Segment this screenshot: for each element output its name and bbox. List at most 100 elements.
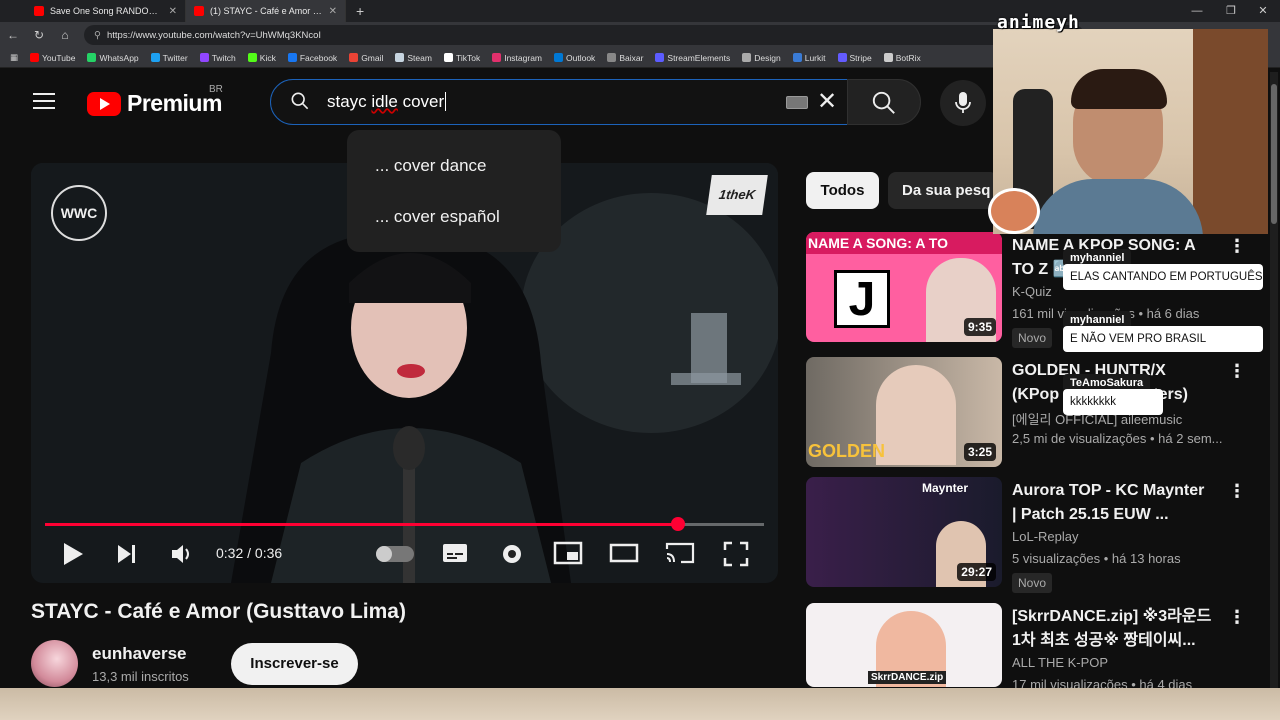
- video-thumbnail[interactable]: NAME A SONG: A TO J 9:35: [806, 232, 1002, 342]
- progress-scrubber[interactable]: [670, 517, 685, 531]
- bookmark-item[interactable]: Outlook: [554, 53, 595, 63]
- reload-icon[interactable]: ↻: [32, 28, 46, 42]
- tab-2[interactable]: (1) STAYC - Café e Amor (Gustta ✕: [186, 0, 346, 22]
- clear-search-icon[interactable]: ✕: [817, 90, 837, 114]
- close-tab-icon[interactable]: ✕: [329, 6, 337, 17]
- more-options-icon[interactable]: ⋮: [1228, 236, 1246, 257]
- video-title: STAYC - Café e Amor (Gusttavo Lima): [31, 600, 406, 623]
- bookmark-label: StreamElements: [667, 52, 731, 63]
- progress-bar[interactable]: [45, 517, 764, 531]
- cast-icon[interactable]: [665, 541, 695, 565]
- bookmark-item[interactable]: BotRix: [883, 53, 921, 63]
- miniplayer-icon[interactable]: [553, 541, 583, 565]
- bookmark-label: Kick: [259, 52, 276, 63]
- microphone-icon: [955, 92, 971, 113]
- bookmark-item[interactable]: Baixar: [607, 53, 643, 63]
- bookmark-item[interactable]: Gmail: [349, 53, 383, 63]
- close-tab-icon[interactable]: ✕: [169, 6, 177, 17]
- bookmark-favicon-icon: [287, 53, 297, 62]
- bookmark-label: Twitch: [211, 52, 236, 63]
- recommendation-channel[interactable]: ALL THE K-POP: [1012, 655, 1108, 670]
- minimize-icon[interactable]: —: [1180, 0, 1214, 22]
- youtube-premium-logo[interactable]: Premium BR: [87, 84, 223, 117]
- scrollbar-thumb[interactable]: [1271, 84, 1277, 224]
- url-field[interactable]: ⚲ https://www.youtube.com/watch?v=UhWMq3…: [84, 25, 1084, 45]
- close-window-icon[interactable]: ✕: [1246, 0, 1280, 22]
- subtitles-icon[interactable]: [441, 541, 469, 565]
- channel-avatar[interactable]: [31, 640, 78, 687]
- fullscreen-icon[interactable]: [723, 541, 749, 567]
- bookmark-label: Twitter: [162, 52, 188, 63]
- next-video-icon[interactable]: [115, 541, 139, 567]
- bookmark-item[interactable]: Twitter: [150, 52, 188, 63]
- back-icon[interactable]: ←: [6, 28, 20, 42]
- browser-tab-bar: Save One Song RANDOM Rules 🔥 ✕ (1) STAYC…: [0, 0, 1280, 22]
- autoplay-toggle[interactable]: [376, 546, 414, 562]
- thumbnail-letter: J: [834, 270, 890, 328]
- bookmark-label: Instagram: [504, 52, 543, 63]
- search-input[interactable]: stayc idle cover ✕: [270, 79, 848, 125]
- bookmark-item[interactable]: Facebook: [287, 53, 337, 63]
- channel-name[interactable]: eunhaverse: [92, 644, 187, 664]
- bookmark-favicon-icon: [742, 53, 752, 62]
- bookmark-label: Gmail: [361, 52, 384, 63]
- bookmark-label: Steam: [407, 52, 432, 63]
- recommendation-channel[interactable]: K-Quiz: [1012, 284, 1052, 299]
- site-info-icon[interactable]: ⚲: [94, 30, 101, 41]
- bookmark-favicon-icon: [349, 53, 359, 62]
- more-options-icon[interactable]: ⋮: [1228, 481, 1246, 502]
- suggestion-item[interactable]: ... cover dance: [347, 140, 561, 191]
- hamburger-menu-icon[interactable]: [33, 93, 55, 109]
- bookmark-item[interactable]: Instagram: [492, 53, 542, 63]
- thumbnail-caption: SkrrDANCE.zip: [868, 671, 947, 684]
- new-tab-icon[interactable]: +: [356, 3, 364, 19]
- home-icon[interactable]: ⌂: [58, 28, 72, 42]
- streamer-logo: animeyh: [997, 12, 1080, 33]
- mascot-sticker-icon: [988, 188, 1040, 234]
- settings-gear-icon[interactable]: [499, 541, 525, 567]
- recommendation-channel[interactable]: LoL-Replay: [1012, 529, 1079, 544]
- video-thumbnail[interactable]: GOLDEN 3:25: [806, 357, 1002, 467]
- keyboard-icon[interactable]: [786, 96, 808, 109]
- bookmark-item[interactable]: Lurkit: [792, 53, 826, 63]
- bookmark-item[interactable]: Design: [742, 52, 781, 63]
- video-duration: 3:25: [963, 443, 996, 461]
- more-options-icon[interactable]: ⋮: [1228, 607, 1246, 628]
- play-icon[interactable]: [61, 541, 85, 567]
- theater-mode-icon[interactable]: [609, 541, 639, 565]
- bookmark-item[interactable]: StreamElements: [655, 53, 730, 63]
- bookmark-item[interactable]: Twitch: [199, 52, 236, 63]
- recommendation-title[interactable]: Aurora TOP - KC Maynter | Patch 25.15 EU…: [1012, 479, 1212, 527]
- suggestion-item[interactable]: ... cover español: [347, 191, 561, 242]
- recommendation-item[interactable]: Maynter 29:27 Aurora TOP - KC Maynter | …: [806, 477, 1246, 593]
- tab-1[interactable]: Save One Song RANDOM Rules 🔥 ✕: [26, 0, 186, 22]
- chip-all[interactable]: Todos: [806, 172, 879, 209]
- apps-grid-icon[interactable]: ▦: [10, 52, 18, 63]
- recommendation-item[interactable]: GOLDEN 3:25 GOLDEN - HUNTR/X (KPop Demon…: [806, 357, 1246, 469]
- chip-from-your-search[interactable]: Da sua pesq: [888, 172, 998, 209]
- bookmark-item[interactable]: Stripe: [837, 53, 872, 63]
- url-text: https://www.youtube.com/watch?v=UhWMq3KN…: [106, 29, 322, 41]
- restore-icon[interactable]: ❐: [1214, 0, 1248, 22]
- tab-2-label: (1) STAYC - Café e Amor (Gustta: [210, 6, 323, 16]
- desk-background: [0, 688, 1280, 720]
- bookmark-item[interactable]: YouTube: [30, 53, 75, 63]
- bookmark-label: Design: [754, 52, 781, 63]
- bookmark-item[interactable]: TikTok: [443, 53, 480, 63]
- bookmark-item[interactable]: Kick: [247, 52, 276, 63]
- voice-search-button[interactable]: [940, 80, 986, 126]
- time-display: 0:32 / 0:36: [216, 545, 283, 561]
- subscribe-button[interactable]: Inscrever-se: [231, 643, 358, 685]
- bookmark-item[interactable]: Steam: [395, 53, 432, 63]
- bookmark-item[interactable]: WhatsApp: [87, 53, 139, 63]
- video-thumbnail[interactable]: Maynter 29:27: [806, 477, 1002, 587]
- bookmark-label: Baixar: [619, 52, 644, 63]
- bookmark-favicon-icon: [492, 53, 502, 62]
- bookmark-label: YouTube: [42, 52, 76, 63]
- video-thumbnail[interactable]: SkrrDANCE.zip: [806, 603, 1002, 687]
- recommendation-title[interactable]: [SkrrDANCE.zip] ※3라운드 1차 최초 성공※ 짱테이씨...: [1012, 605, 1212, 653]
- search-button[interactable]: [847, 79, 921, 125]
- volume-icon[interactable]: [169, 541, 195, 567]
- bookmark-favicon-icon: [554, 53, 564, 62]
- more-options-icon[interactable]: ⋮: [1228, 361, 1246, 382]
